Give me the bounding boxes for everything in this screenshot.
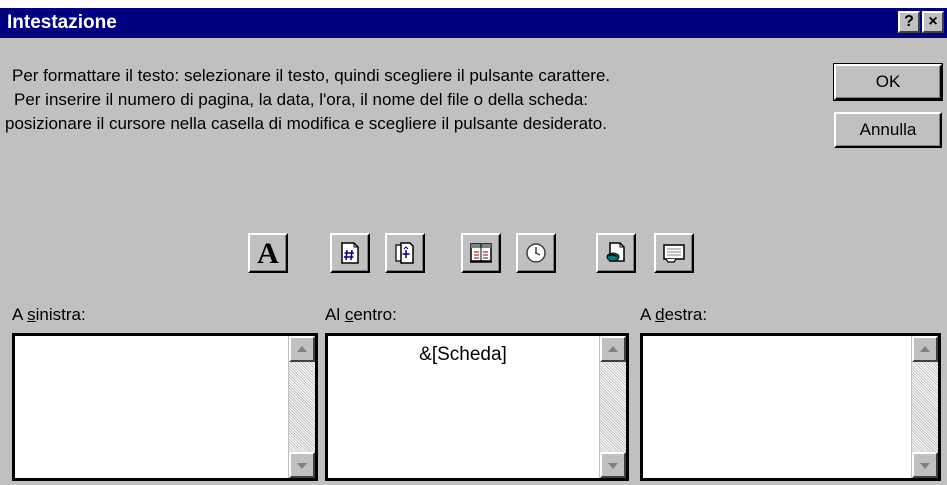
instruction-line-3: posizionare il cursore nella casella di … (5, 114, 607, 133)
font-button[interactable]: A (248, 233, 288, 273)
sheet-name-button[interactable] (654, 233, 694, 273)
center-scroll-down-button[interactable] (600, 452, 626, 478)
left-section-text[interactable] (15, 336, 287, 478)
down-arrow-icon (608, 463, 618, 469)
down-arrow-icon (297, 463, 307, 469)
up-arrow-icon (297, 346, 307, 352)
left-label-access-key: s (27, 305, 36, 324)
left-label-suffix: inistra: (35, 305, 86, 324)
page-number-button[interactable] (330, 233, 370, 273)
right-section-input[interactable] (640, 333, 941, 481)
header-dialog: Intestazione ? × Per formattare il testo… (0, 8, 947, 485)
right-scroll-down-button[interactable] (912, 452, 938, 478)
right-scroll-up-button[interactable] (912, 336, 938, 362)
center-section-input[interactable]: &[Scheda] (325, 333, 629, 481)
center-scrollbar[interactable] (599, 336, 626, 478)
instruction-line-2: Per inserire il numero di pagina, la dat… (14, 90, 589, 109)
time-icon (526, 243, 546, 263)
right-scrollbar[interactable] (911, 336, 938, 478)
instructions: Per formattare il testo: selezionare il … (5, 64, 610, 136)
title-bar[interactable]: Intestazione ? × (0, 8, 947, 38)
center-scroll-up-button[interactable] (600, 336, 626, 362)
font-icon: A (257, 237, 279, 270)
time-button[interactable] (516, 233, 556, 273)
right-section-text[interactable] (643, 336, 910, 478)
center-label-prefix: Al (325, 305, 345, 324)
ok-button[interactable]: OK (833, 63, 943, 101)
total-pages-icon (395, 242, 414, 264)
instruction-line-1: Per formattare il testo: selezionare il … (12, 66, 611, 85)
cancel-button[interactable]: Annulla (834, 112, 942, 148)
sheet-name-icon (663, 244, 685, 263)
right-label-suffix: estra: (664, 305, 708, 324)
up-arrow-icon (920, 346, 930, 352)
page-number-icon (341, 242, 359, 264)
left-section-input[interactable] (12, 333, 318, 481)
date-button[interactable] (461, 233, 501, 273)
center-section-label: Al centro: (325, 305, 397, 325)
left-section-label: A sinistra: (12, 305, 86, 325)
up-arrow-icon (608, 346, 618, 352)
close-button[interactable]: × (922, 11, 944, 33)
right-section-label: A destra: (640, 305, 707, 325)
date-icon (470, 243, 492, 263)
help-button[interactable]: ? (898, 11, 920, 33)
filename-button[interactable] (596, 233, 636, 273)
left-scroll-down-button[interactable] (289, 452, 315, 478)
left-label-prefix: A (12, 305, 28, 324)
filename-icon (606, 242, 625, 262)
total-pages-button[interactable] (385, 233, 425, 273)
dialog-title: Intestazione (7, 12, 117, 33)
left-scroll-up-button[interactable] (289, 336, 315, 362)
down-arrow-icon (920, 463, 930, 469)
center-label-suffix: entro: (353, 305, 397, 324)
left-scrollbar[interactable] (288, 336, 315, 478)
right-label-access-key: d (655, 305, 665, 324)
right-label-prefix: A (640, 305, 656, 324)
center-section-text[interactable]: &[Scheda] (328, 336, 598, 478)
